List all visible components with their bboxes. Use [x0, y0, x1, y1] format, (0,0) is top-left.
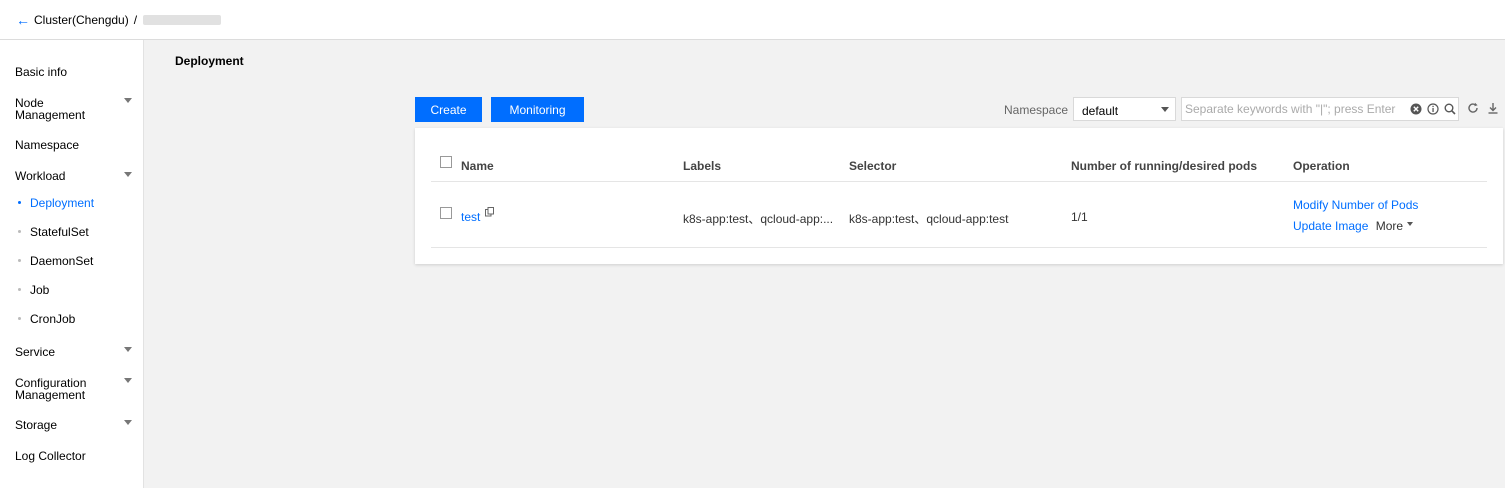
- sidebar-subitem-deployment[interactable]: Deployment: [18, 197, 94, 209]
- bullet-icon: [18, 230, 21, 234]
- deployment-name-link[interactable]: test: [461, 210, 480, 224]
- chevron-down-icon[interactable]: [124, 347, 132, 352]
- create-button[interactable]: Create: [415, 97, 482, 122]
- chevron-down-icon[interactable]: [124, 378, 132, 383]
- bullet-icon: [18, 259, 21, 263]
- chevron-down-icon[interactable]: [124, 98, 132, 103]
- chevron-down-icon[interactable]: [124, 420, 132, 425]
- sidebar-item-workload[interactable]: Workload: [15, 170, 65, 182]
- namespace-label: Namespace: [1004, 103, 1069, 117]
- row-checkbox[interactable]: [440, 207, 452, 219]
- modify-pods-link[interactable]: Modify Number of Pods: [1293, 198, 1418, 212]
- search-icon[interactable]: [1444, 103, 1456, 115]
- header-divider: [431, 181, 1487, 182]
- namespace-select[interactable]: default: [1073, 97, 1176, 121]
- page-title: Deployment: [175, 54, 244, 68]
- more-label: More: [1375, 219, 1404, 233]
- top-bar: ← Cluster(Chengdu) /: [0, 0, 1505, 40]
- back-link[interactable]: ← Cluster(Chengdu) /: [16, 12, 222, 28]
- sidebar-item-storage[interactable]: Storage: [15, 419, 57, 431]
- sidebar-subitem-label: Job: [30, 283, 50, 297]
- bullet-icon: [18, 317, 21, 321]
- breadcrumb-cluster-id-redacted: [143, 15, 222, 25]
- sidebar-subitem-label: DaemonSet: [30, 254, 94, 268]
- column-header-labels: Labels: [683, 159, 722, 173]
- clear-icon[interactable]: [1410, 103, 1422, 115]
- sidebar-subitem-label: Deployment: [30, 196, 95, 210]
- sidebar-item-service[interactable]: Service: [15, 346, 55, 358]
- row-divider: [431, 247, 1487, 248]
- column-header-pods: Number of running/desired pods: [1071, 159, 1258, 173]
- search-input[interactable]: [1185, 101, 1405, 117]
- column-header-operation: Operation: [1293, 159, 1350, 173]
- breadcrumb-cluster[interactable]: Cluster(Chengdu): [34, 13, 129, 27]
- sidebar-subitem-label: CronJob: [30, 312, 76, 326]
- column-header-selector: Selector: [849, 159, 897, 173]
- row-pods: 1/1: [1071, 210, 1088, 224]
- info-icon[interactable]: [1427, 103, 1439, 115]
- chevron-down-icon[interactable]: [124, 172, 132, 177]
- sidebar-item-node-management[interactable]: Node Management: [15, 97, 115, 121]
- sidebar-subitem-cronjob[interactable]: CronJob: [18, 313, 75, 325]
- sidebar-subitem-statefulset[interactable]: StatefulSet: [18, 226, 89, 238]
- sidebar-item-namespace[interactable]: Namespace: [15, 139, 79, 151]
- more-dropdown[interactable]: More: [1375, 219, 1414, 233]
- update-image-link[interactable]: Update Image: [1293, 219, 1368, 233]
- sidebar-item-basic-info[interactable]: Basic info: [15, 66, 67, 78]
- sidebar-item-configuration-management[interactable]: Configuration Management: [15, 377, 115, 401]
- select-all-checkbox[interactable]: [440, 156, 452, 168]
- chevron-down-icon: [1407, 221, 1414, 226]
- download-icon[interactable]: [1487, 102, 1499, 114]
- search-box[interactable]: [1181, 97, 1459, 121]
- row-labels: k8s-app:test、qcloud-app:...: [683, 212, 834, 226]
- row-selector: k8s-app:test、qcloud-app:test: [849, 212, 1009, 226]
- sidebar-item-log-collector[interactable]: Log Collector: [15, 450, 86, 462]
- monitoring-button[interactable]: Monitoring: [491, 97, 584, 122]
- breadcrumb-separator: /: [133, 13, 138, 27]
- column-header-name: Name: [461, 159, 494, 173]
- deployment-table: Name Labels Selector Number of running/d…: [415, 128, 1503, 264]
- back-arrow-icon[interactable]: ←: [16, 13, 30, 27]
- chevron-down-icon: [1161, 107, 1169, 112]
- sidebar-subitem-daemonset[interactable]: DaemonSet: [18, 255, 93, 267]
- namespace-select-value: default: [1082, 104, 1119, 118]
- refresh-icon[interactable]: [1467, 102, 1479, 114]
- bullet-icon: [18, 201, 21, 205]
- copy-icon[interactable]: [484, 207, 494, 217]
- sidebar-subitem-label: StatefulSet: [30, 225, 89, 239]
- sidebar-subitem-job[interactable]: Job: [18, 284, 49, 296]
- bullet-icon: [18, 288, 21, 292]
- sidebar: Basic info Node Management Namespace Wor…: [0, 40, 144, 488]
